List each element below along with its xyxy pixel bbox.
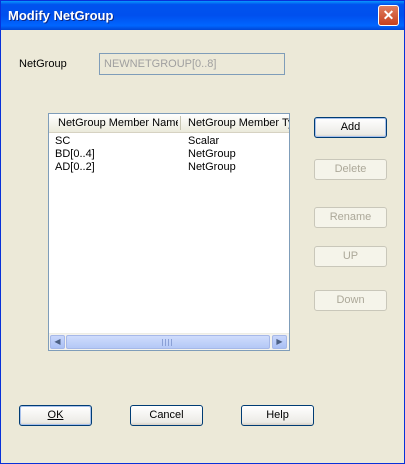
- horizontal-scrollbar[interactable]: ◀ ▶: [49, 333, 289, 350]
- table-row[interactable]: BD[0..4] NetGroup: [49, 148, 289, 161]
- table-row[interactable]: AD[0..2] NetGroup: [49, 161, 289, 174]
- scroll-left-icon[interactable]: ◀: [50, 335, 65, 349]
- rename-button[interactable]: Rename: [314, 207, 387, 228]
- up-button[interactable]: UP: [314, 246, 387, 267]
- delete-button[interactable]: Delete: [314, 159, 387, 180]
- column-header-member-type[interactable]: NetGroup Member Type: [188, 117, 289, 129]
- ok-button[interactable]: OK: [19, 405, 92, 426]
- member-type-cell: Scalar: [188, 135, 220, 147]
- member-name-cell: AD[0..2]: [55, 161, 95, 173]
- modify-netgroup-dialog: Modify NetGroup ✕ NetGroup NEWNETGROUP[0…: [0, 0, 405, 464]
- netgroup-name-field: NEWNETGROUP[0..8]: [99, 53, 285, 75]
- netgroup-label: NetGroup: [19, 58, 67, 70]
- table-row[interactable]: SC Scalar: [49, 135, 289, 148]
- member-name-cell: BD[0..4]: [55, 148, 95, 160]
- ok-label: OK: [47, 409, 64, 421]
- netgroup-member-list[interactable]: NetGroup Member Name NetGroup Member Typ…: [48, 113, 290, 351]
- column-header-member-name[interactable]: NetGroup Member Name: [58, 117, 178, 129]
- column-divider[interactable]: [180, 116, 181, 130]
- cancel-button[interactable]: Cancel: [130, 405, 203, 426]
- help-button[interactable]: Help: [241, 405, 314, 426]
- scroll-right-icon[interactable]: ▶: [272, 335, 287, 349]
- list-header: NetGroup Member Name NetGroup Member Typ…: [49, 114, 289, 133]
- member-type-cell: NetGroup: [188, 161, 236, 173]
- member-type-cell: NetGroup: [188, 148, 236, 160]
- title-bar[interactable]: Modify NetGroup ✕: [1, 1, 404, 30]
- down-button[interactable]: Down: [314, 290, 387, 311]
- grip-icon: [162, 339, 172, 346]
- scrollbar-thumb[interactable]: [66, 335, 270, 349]
- close-icon[interactable]: ✕: [378, 5, 399, 26]
- add-button[interactable]: Add: [314, 117, 387, 138]
- window-title: Modify NetGroup: [8, 8, 114, 23]
- member-name-cell: SC: [55, 135, 71, 147]
